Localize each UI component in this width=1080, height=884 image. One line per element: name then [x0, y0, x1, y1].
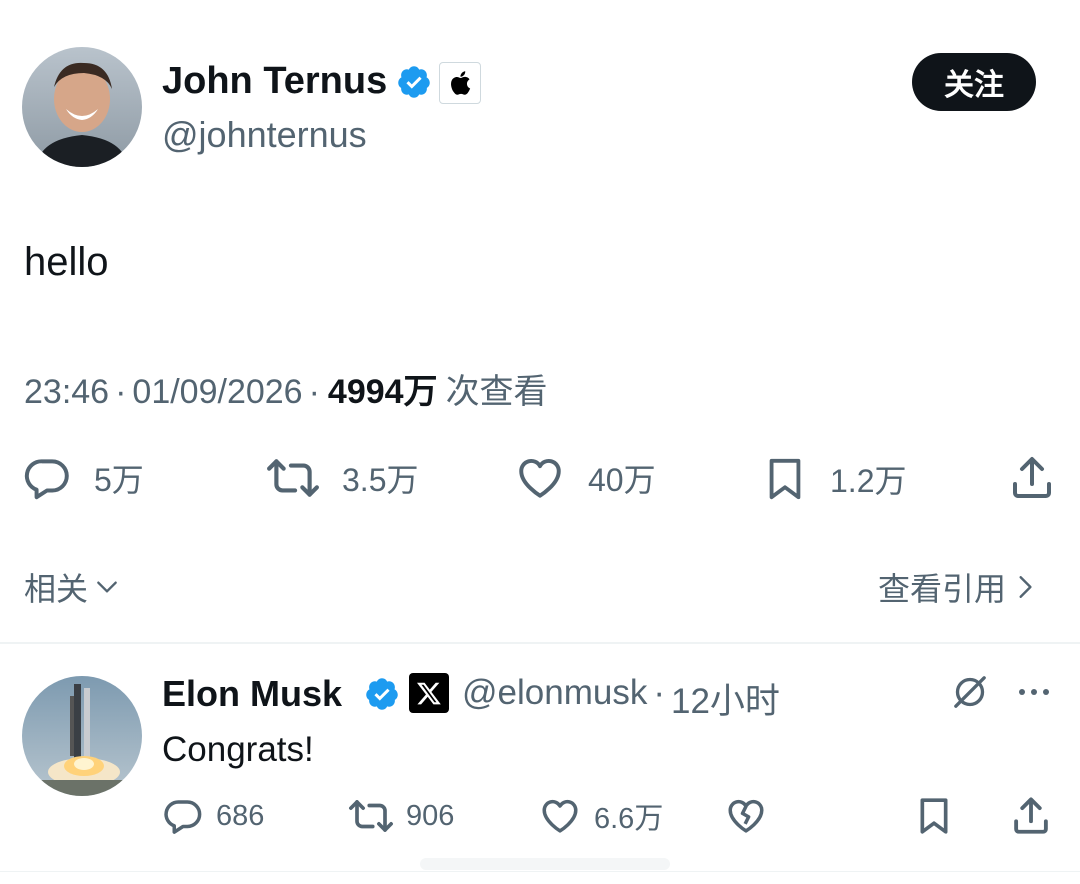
- reply-author-name[interactable]: Elon Musk: [162, 673, 342, 715]
- reply-reply-button[interactable]: 686: [162, 795, 264, 837]
- reply-retweet-count: 906: [406, 799, 455, 832]
- reply-retweet-button[interactable]: 906: [348, 795, 454, 837]
- related-label: 相关: [24, 571, 89, 607]
- tweet-time[interactable]: 23:46: [24, 373, 109, 412]
- more-icon[interactable]: [1014, 680, 1054, 704]
- tweet-text: hello: [24, 240, 109, 284]
- views-count: 4994万: [327, 373, 438, 411]
- reply-like-count: 6.6万: [594, 803, 664, 835]
- like-count: 40万: [588, 462, 656, 498]
- chevron-down-icon: [97, 581, 117, 593]
- bookmark-button[interactable]: 1.2万: [762, 453, 907, 505]
- retweet-icon: [267, 459, 319, 497]
- author-avatar[interactable]: [22, 47, 142, 167]
- broken-heart-icon[interactable]: [724, 795, 768, 837]
- follow-button[interactable]: 关注: [912, 53, 1036, 111]
- view-quotes-label: 查看引用: [878, 571, 1007, 607]
- verified-badge-icon: [398, 66, 430, 98]
- bookmark-count: 1.2万: [830, 463, 907, 499]
- like-icon: [542, 799, 578, 833]
- meta-separator: ·: [308, 373, 320, 411]
- section-divider: [0, 642, 1080, 644]
- x-logo-icon: [416, 682, 441, 705]
- meta-separator: ·: [115, 373, 127, 411]
- like-icon: [519, 459, 561, 498]
- bottom-fade-bar: [420, 858, 670, 870]
- share-button[interactable]: [1008, 453, 1056, 503]
- reply-time[interactable]: 12小时: [671, 673, 780, 724]
- retweet-count: 3.5万: [342, 462, 419, 498]
- author-handle[interactable]: @johnternus: [162, 114, 367, 156]
- share-icon: [1013, 457, 1051, 498]
- view-quotes-link[interactable]: 查看引用: [878, 564, 1038, 610]
- x-affiliate-badge[interactable]: [409, 673, 449, 713]
- retweet-icon: [349, 800, 393, 832]
- author-name[interactable]: John Ternus: [162, 60, 387, 103]
- reply-author-avatar[interactable]: [22, 676, 142, 796]
- bottom-divider: [0, 871, 1080, 872]
- retweet-button[interactable]: 3.5万: [266, 453, 419, 503]
- like-button[interactable]: 40万: [514, 453, 656, 503]
- reply-icon: [164, 800, 202, 834]
- reply-count: 5万: [94, 462, 144, 498]
- reply-reply-count: 686: [216, 799, 265, 832]
- reply-button[interactable]: 5万: [22, 453, 144, 503]
- views-label: 次查看: [445, 373, 548, 411]
- apple-logo-icon: [451, 71, 471, 95]
- bookmark-icon: [769, 458, 801, 500]
- tweet-meta: 23:46 · 01/09/2026 · 4994万 次查看: [24, 364, 548, 413]
- chevron-right-icon: [1019, 576, 1032, 598]
- related-dropdown[interactable]: 相关: [24, 564, 120, 610]
- reply-handle-text[interactable]: @elonmusk: [462, 673, 647, 724]
- reply-separator: ·: [653, 673, 665, 712]
- reply-text: Congrats!: [162, 730, 314, 769]
- reply-like-button[interactable]: 6.6万: [538, 795, 663, 837]
- reply-bookmark-icon[interactable]: [914, 794, 954, 838]
- verified-badge-icon: [366, 678, 398, 710]
- reply-share-icon[interactable]: [1010, 794, 1052, 838]
- grok-icon[interactable]: [950, 672, 990, 712]
- reply-author-handle: @elonmusk · 12小时: [462, 673, 780, 724]
- apple-affiliate-badge[interactable]: [439, 62, 481, 104]
- tweet-date[interactable]: 01/09/2026: [132, 373, 302, 412]
- reply-icon: [24, 459, 69, 500]
